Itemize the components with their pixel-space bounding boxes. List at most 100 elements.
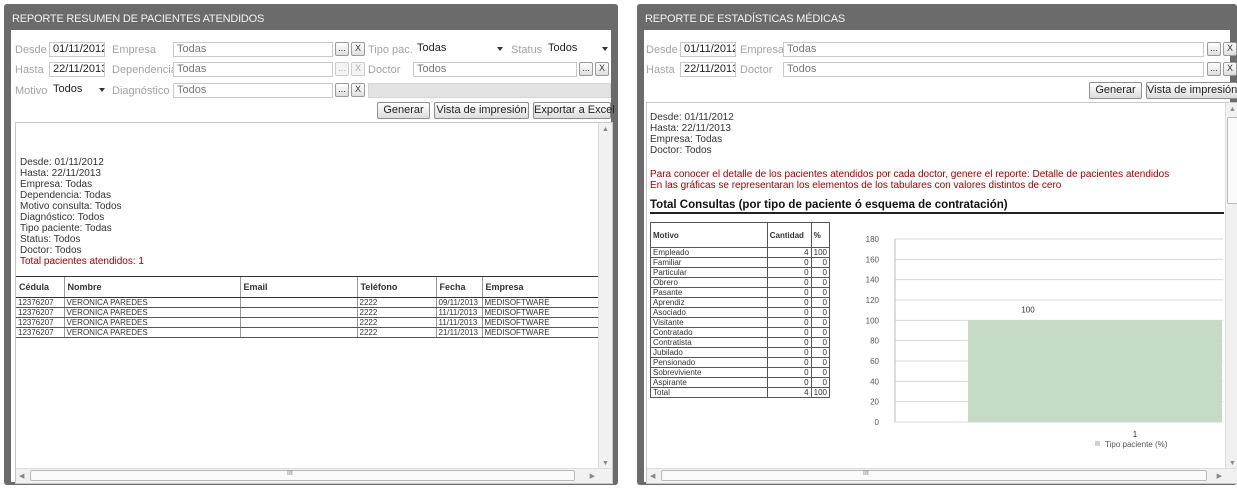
doctor-lookup-button[interactable]: ... — [579, 62, 593, 76]
motivo-select[interactable]: Todos — [53, 83, 105, 98]
empresa-clear-button[interactable]: X — [351, 42, 365, 56]
scroll-right-icon[interactable]: ▶ — [590, 472, 595, 480]
doctor-lookup-button[interactable]: ... — [1207, 62, 1221, 76]
vista-impresion-button[interactable]: Vista de impresión — [434, 102, 529, 119]
cell-porcentaje: 0 — [810, 327, 831, 338]
scroll-down-icon[interactable]: ▼ — [1229, 460, 1236, 467]
empresa-input[interactable]: Todas — [783, 42, 1204, 57]
scroll-left-icon[interactable]: ◀ — [650, 472, 655, 480]
empresa-clear-button[interactable]: X — [1223, 42, 1237, 56]
vertical-scrollbar[interactable]: ▲ ▼ — [598, 123, 612, 469]
diagnostico-lookup-button[interactable]: ... — [335, 83, 349, 97]
status-label: Status — [511, 44, 543, 56]
scroll-up-icon[interactable]: ▲ — [1229, 106, 1236, 113]
section-title: Total Consultas (por tipo de paciente ó … — [650, 199, 1224, 214]
horizontal-scroll-thumb[interactable]: III — [661, 470, 1207, 481]
table-row: Sobreviviente 0 0 — [650, 367, 831, 378]
summary-tipo: Tipo paciente: Todas — [20, 223, 112, 234]
cell-nombre: VERONICA PAREDES — [63, 317, 240, 328]
diagnostico-input[interactable]: Todos — [173, 83, 333, 98]
scroll-up-icon[interactable]: ▲ — [602, 126, 609, 133]
table-row: Familiar 0 0 — [650, 257, 831, 268]
cell-porcentaje: 0 — [810, 377, 831, 388]
empresa-input[interactable]: Todas — [173, 42, 333, 57]
vertical-scroll-thumb[interactable] — [1227, 117, 1237, 204]
table-row: Empleado 4 100 — [650, 247, 831, 258]
cell-nombre: VERONICA PAREDES — [63, 327, 240, 338]
hasta-date-input[interactable]: 22/11/2013 — [680, 62, 736, 77]
table-row: Visitante 0 0 — [650, 317, 831, 328]
empresa-lookup-button[interactable]: ... — [1207, 42, 1221, 56]
col-fecha: Fecha — [435, 276, 482, 298]
scroll-down-icon[interactable]: ▼ — [602, 460, 609, 467]
exportar-excel-button[interactable]: Exportar a Excel — [533, 102, 615, 119]
vista-impresion-button[interactable]: Vista de impresión — [1146, 82, 1237, 99]
cell-motivo: Pensionado — [650, 357, 768, 368]
table-row: Aprendiz 0 0 — [650, 297, 831, 308]
cell-porcentaje: 0 — [810, 337, 831, 348]
scroll-grip-icon: III — [287, 470, 293, 477]
cell-telefono: 2222 — [356, 307, 436, 318]
motivo-table-body: Empleado 4 100 Familiar 0 0 Particular 0 0 Obrero… — [650, 247, 831, 398]
horizontal-scrollbar[interactable]: ◀ III ▶ — [16, 468, 612, 483]
cell-telefono: 2222 — [356, 317, 436, 328]
cell-cantidad: 0 — [766, 377, 812, 388]
cell-cantidad: 0 — [766, 367, 812, 378]
dependencia-input[interactable]: Todas — [173, 62, 333, 77]
scroll-right-icon[interactable]: ▶ — [1217, 472, 1222, 480]
bar — [968, 320, 1222, 422]
horizontal-scrollbar[interactable]: ◀ III ▶ — [647, 468, 1237, 483]
cell-cantidad: 0 — [766, 287, 812, 298]
dependencia-lookup-button[interactable]: ... — [335, 62, 349, 76]
desde-date-input[interactable]: 01/11/2012 — [49, 42, 105, 57]
chevron-down-icon — [99, 88, 105, 92]
cell-empresa: MEDISOFTWARE — [481, 327, 598, 338]
cell-motivo: Empleado — [650, 247, 768, 258]
horizontal-scroll-thumb[interactable]: III — [30, 470, 575, 481]
diagnostico-clear-button[interactable]: X — [351, 83, 365, 97]
summary-motivo: Motivo consulta: Todos — [20, 201, 122, 212]
doctor-clear-button[interactable]: X — [595, 62, 609, 76]
hasta-date-input[interactable]: 22/11/2013 — [49, 62, 105, 77]
col-empresa: Empresa — [481, 276, 598, 298]
cell-porcentaje: 0 — [810, 267, 831, 278]
cell-motivo: Jubilado — [650, 347, 768, 358]
summary-doctor: Doctor: Todos — [650, 145, 712, 156]
diagnostico-label: Diagnóstico — [112, 85, 170, 97]
summary-total: Total pacientes atendidos: 1 — [20, 256, 144, 267]
scroll-grip-icon: III — [863, 470, 869, 477]
cell-telefono: 2222 — [356, 327, 436, 338]
desde-date-input[interactable]: 01/11/2012 — [680, 42, 736, 57]
table-row: Contratado 0 0 — [650, 327, 831, 338]
report-viewer[interactable]: Desde: 01/11/2012 Hasta: 22/11/2013 Empr… — [646, 102, 1237, 484]
scroll-left-icon[interactable]: ◀ — [19, 472, 24, 480]
generar-button[interactable]: Generar — [377, 102, 430, 119]
doctor-input[interactable]: Todos — [783, 62, 1204, 77]
cell-motivo: Contratado — [650, 327, 768, 338]
data-label: 100 — [1021, 305, 1035, 314]
motivo-table: Motivo Cantidad % Empleado 4 100 Familiar 0 0… — [650, 222, 831, 398]
status-select[interactable]: Todos — [548, 42, 608, 57]
empresa-lookup-button[interactable]: ... — [335, 42, 349, 56]
generar-button[interactable]: Generar — [1089, 82, 1142, 99]
cell-email — [239, 297, 357, 308]
summary-status: Status: Todos — [20, 234, 81, 245]
table-row: Pensionado 0 0 — [650, 357, 831, 368]
report-viewer[interactable]: Desde: 01/11/2012 Hasta: 22/11/2013 Empr… — [15, 122, 613, 484]
doctor-input[interactable]: Todos — [413, 62, 577, 77]
doctor-clear-button[interactable]: X — [1223, 62, 1237, 76]
col-porcentaje: % — [810, 222, 831, 248]
y-tick-label: 140 — [866, 276, 880, 285]
table-row: Obrero 0 0 — [650, 277, 831, 288]
doctor-label: Doctor — [740, 64, 773, 76]
cell-fecha: 11/11/2013 — [435, 307, 482, 318]
vertical-scrollbar[interactable]: ▲ ▼ — [1225, 103, 1237, 469]
dependencia-clear-button[interactable]: X — [351, 62, 365, 76]
cell-motivo: Contratista — [650, 337, 768, 348]
summary-doctor: Doctor: Todos — [20, 245, 82, 256]
table-row: 12376207 VERONICA PAREDES 2222 21/11/201… — [16, 327, 598, 338]
x-tick-label: 1 — [1133, 430, 1138, 439]
tipo-pac-select[interactable]: Todas — [417, 42, 503, 57]
table-header-row: Cédula Nombre Email Teléfono Fecha Empre… — [16, 276, 598, 298]
col-nombre: Nombre — [63, 276, 240, 298]
